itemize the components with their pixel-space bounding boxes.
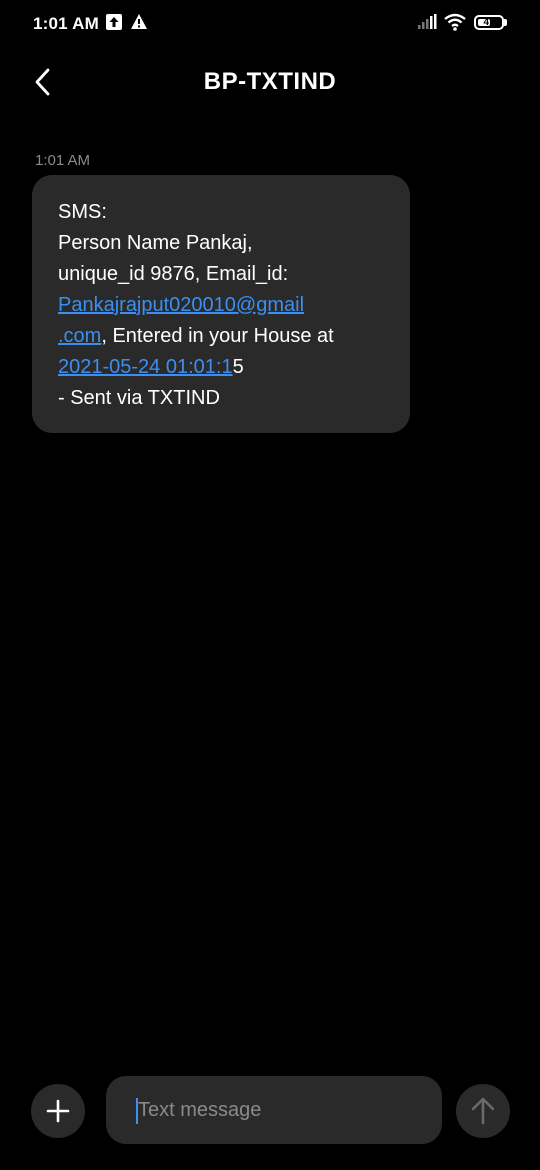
add-attachment-button[interactable]	[31, 1084, 85, 1138]
message-line: SMS:	[58, 201, 107, 223]
signal-icon	[417, 14, 437, 35]
message-bubble[interactable]: SMS: Person Name Pankaj, unique_id 9876,…	[32, 175, 410, 433]
battery-level: 47	[483, 17, 495, 28]
email-link[interactable]: Pankajrajput020010@gmail	[58, 294, 304, 316]
input-placeholder: Text message	[138, 1099, 262, 1121]
alert-icon	[130, 13, 148, 35]
plus-icon	[46, 1099, 70, 1123]
datetime-link[interactable]: 2021-05-24 01:01:1	[58, 356, 233, 378]
message-line: Person Name Pankaj,	[58, 232, 253, 254]
wifi-icon	[444, 13, 466, 36]
email-link-continued[interactable]: .com	[58, 325, 101, 347]
conversation-title: BP-TXTIND	[203, 68, 337, 95]
send-arrow-icon	[471, 1097, 495, 1125]
send-button[interactable]	[456, 1084, 510, 1138]
status-time: 1:01 AM	[33, 14, 99, 33]
upload-icon	[106, 14, 122, 30]
battery-icon: 47	[474, 15, 504, 30]
conversation-header: BP-TXTIND	[0, 56, 540, 112]
message-timestamp: 1:01 AM	[35, 152, 91, 169]
status-bar: 1:01 AM 47	[0, 0, 540, 48]
message-line: - Sent via TXTIND	[58, 387, 220, 409]
message-composer: Text message	[0, 1074, 540, 1146]
message-text: 5	[232, 356, 244, 378]
message-line: unique_id 9876, Email_id:	[58, 263, 289, 285]
message-text: , Entered in your House at	[101, 325, 334, 347]
text-message-input[interactable]: Text message	[106, 1076, 442, 1144]
battery-tip	[504, 19, 507, 26]
